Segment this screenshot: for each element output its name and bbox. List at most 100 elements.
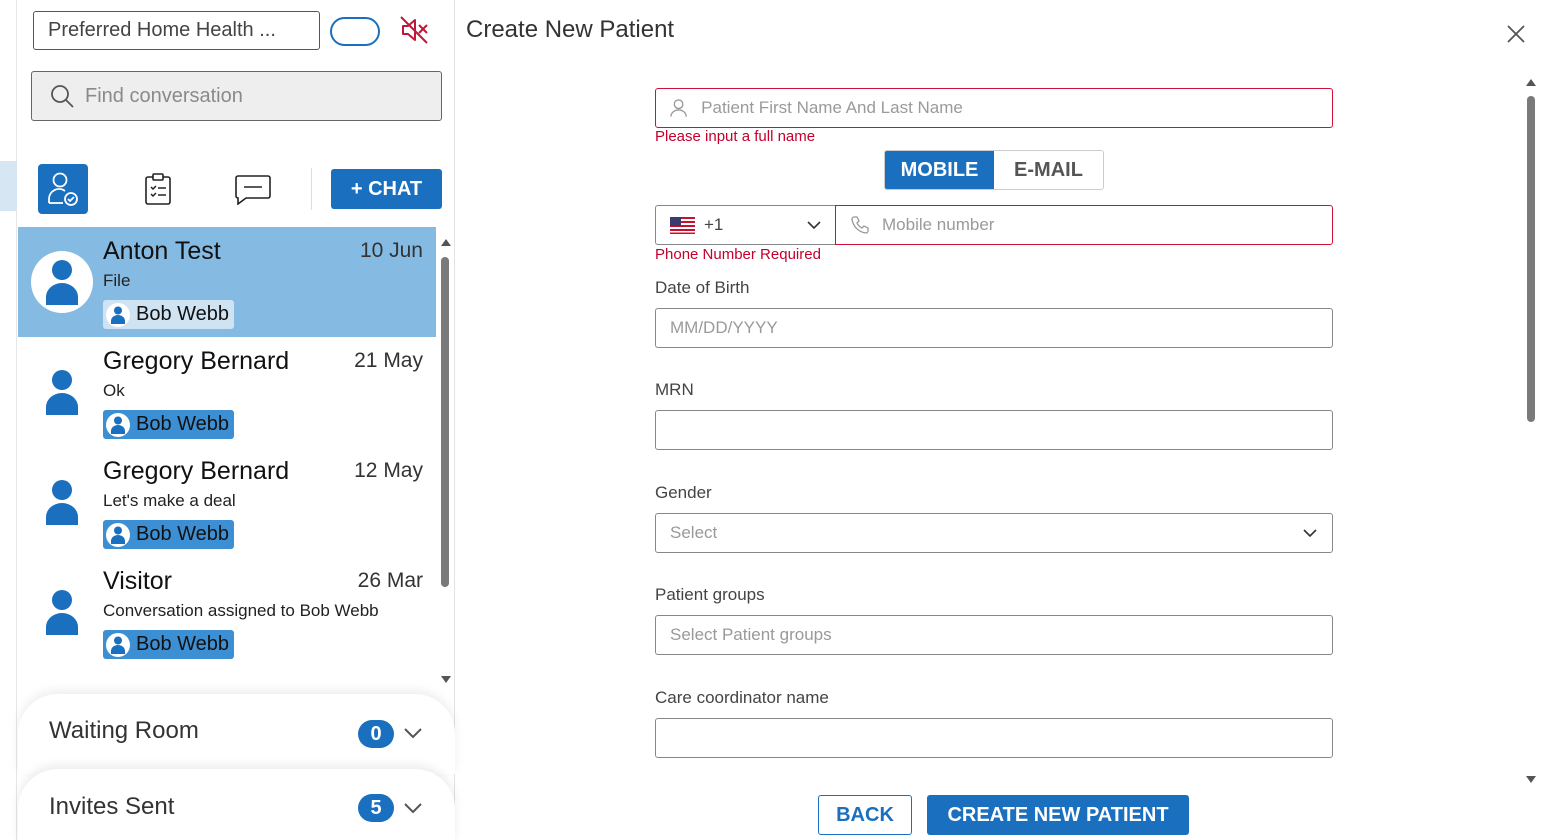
scroll-up-arrow-icon[interactable] <box>439 236 453 248</box>
gender-label: Gender <box>655 483 712 502</box>
mrn-field[interactable] <box>655 410 1333 450</box>
scroll-up-arrow-icon[interactable] <box>1524 76 1538 88</box>
user-avatar-icon <box>46 590 78 635</box>
close-icon[interactable] <box>1504 22 1528 46</box>
care-coordinator-label: Care coordinator name <box>655 688 829 707</box>
form-scrollbar[interactable] <box>1524 76 1538 792</box>
scrollbar-thumb[interactable] <box>1527 96 1535 422</box>
conversation-list-scrollbar[interactable] <box>439 232 453 687</box>
dob-input[interactable] <box>670 318 1332 338</box>
conversation-item[interactable]: Gregory Bernard 21 May Ok Bob Webb <box>18 337 436 447</box>
assignee-chip: Bob Webb <box>103 410 235 439</box>
patient-name-input[interactable] <box>701 98 1332 118</box>
mobile-number-input[interactable] <box>882 215 1282 235</box>
page-title: Create New Patient <box>466 16 675 43</box>
conversation-date: 10 Jun <box>359 239 423 262</box>
gender-select[interactable]: Select <box>655 513 1333 553</box>
mrn-input[interactable] <box>670 420 1332 440</box>
left-rail-active-marker <box>0 161 17 211</box>
conversation-preview: Let's make a deal <box>103 491 236 510</box>
chevron-down-icon <box>807 221 821 230</box>
assignee-name: Bob Webb <box>136 303 230 325</box>
assignee-chip: Bob Webb <box>103 630 235 659</box>
conversation-name: Anton Test <box>103 237 221 265</box>
conversation-item[interactable]: Gregory Bernard 12 May Let's make a deal… <box>18 447 436 557</box>
left-rail <box>0 0 17 840</box>
create-patient-button[interactable]: CREATE NEW PATIENT <box>927 795 1189 835</box>
conversation-name: Gregory Bernard <box>103 457 290 485</box>
care-coordinator-input[interactable] <box>670 728 1332 748</box>
tab-patients[interactable] <box>38 164 88 214</box>
conversation-item[interactable]: Visitor 26 Mar Conversation assigned to … <box>18 557 436 667</box>
conversation-preview: Ok <box>103 381 125 400</box>
app-root: Preferred Home Health ... Find conversat… <box>0 0 1551 840</box>
invites-sent-count-badge: 5 <box>358 794 394 822</box>
org-selector[interactable]: Preferred Home Health ... <box>33 11 320 50</box>
assignee-name: Bob Webb <box>136 633 230 655</box>
mobile-tab[interactable]: MOBILE <box>885 151 994 189</box>
conversation-item[interactable]: Anton Test 10 Jun File Bob Webb <box>18 227 436 337</box>
email-tab[interactable]: E-MAIL <box>994 151 1103 189</box>
gender-placeholder: Select <box>670 523 718 542</box>
patient-form: Please input a full name MOBILE E-MAIL +… <box>655 0 1333 790</box>
scrollbar-thumb[interactable] <box>441 257 449 587</box>
conversation-name: Visitor <box>103 567 173 595</box>
dob-label: Date of Birth <box>655 278 750 297</box>
us-flag-icon <box>670 216 695 234</box>
scroll-down-arrow-icon[interactable] <box>439 674 453 686</box>
sidebar-tabs: + CHAT <box>18 160 455 220</box>
care-coordinator-field[interactable] <box>655 718 1333 758</box>
assignee-avatar-icon <box>106 302 130 327</box>
tab-tasks[interactable] <box>133 164 183 214</box>
assignee-name: Bob Webb <box>136 413 230 435</box>
patient-groups-label: Patient groups <box>655 585 765 604</box>
user-icon <box>670 99 687 117</box>
patient-check-icon <box>48 172 78 206</box>
waiting-room-count-badge: 0 <box>358 720 394 748</box>
phone-icon <box>851 216 869 234</box>
sidebar: Preferred Home Health ... Find conversat… <box>18 0 455 840</box>
muted-speaker-icon[interactable] <box>398 14 430 46</box>
assignee-chip: Bob Webb <box>103 300 235 329</box>
country-code-select[interactable]: +1 <box>655 205 836 245</box>
assignee-name: Bob Webb <box>136 523 230 545</box>
user-avatar-icon <box>46 370 78 415</box>
tab-messages[interactable] <box>228 164 278 214</box>
avatar <box>31 251 93 313</box>
name-error-message: Please input a full name <box>655 128 816 145</box>
chat-bubble-icon <box>235 175 271 205</box>
conversation-search[interactable] <box>31 71 442 121</box>
invites-sent-panel[interactable]: Invites Sent 5 <box>18 769 455 840</box>
avatar <box>31 471 93 533</box>
conversation-preview: Conversation assigned to Bob Webb <box>103 601 379 620</box>
conversation-date: 21 May <box>354 349 423 372</box>
dob-field[interactable] <box>655 308 1333 348</box>
back-button[interactable]: BACK <box>818 795 912 835</box>
mobile-number-field[interactable] <box>835 205 1333 245</box>
chevron-down-icon <box>1303 529 1317 538</box>
invites-sent-label: Invites Sent <box>49 793 175 820</box>
clipboard-icon <box>145 173 171 205</box>
phone-error-message: Phone Number Required <box>655 246 821 263</box>
contact-method-toggle: MOBILE E-MAIL <box>884 150 1104 190</box>
chevron-down-icon[interactable] <box>402 722 424 744</box>
conversation-list: Anton Test 10 Jun File Bob Webb Gregory … <box>18 227 436 687</box>
new-chat-button[interactable]: + CHAT <box>331 169 442 209</box>
waiting-room-label: Waiting Room <box>49 717 199 744</box>
conversation-date: 12 May <box>354 459 423 482</box>
user-avatar-icon <box>46 260 78 305</box>
waiting-room-panel[interactable]: Waiting Room 0 <box>18 694 455 774</box>
avatar <box>31 361 93 423</box>
avatar <box>31 581 93 643</box>
assignee-avatar-icon <box>106 632 130 657</box>
scroll-down-arrow-icon[interactable] <box>1524 774 1538 786</box>
user-avatar-icon <box>46 480 78 525</box>
assignee-chip: Bob Webb <box>103 520 235 549</box>
chevron-down-icon[interactable] <box>402 797 424 819</box>
create-patient-panel: Create New Patient Please input a full n… <box>456 0 1551 840</box>
availability-toggle[interactable] <box>330 17 380 46</box>
patient-name-field[interactable] <box>655 88 1333 128</box>
search-input[interactable] <box>85 84 405 108</box>
assignee-avatar-icon <box>106 412 130 437</box>
patient-groups-select[interactable]: Select Patient groups <box>655 615 1333 655</box>
